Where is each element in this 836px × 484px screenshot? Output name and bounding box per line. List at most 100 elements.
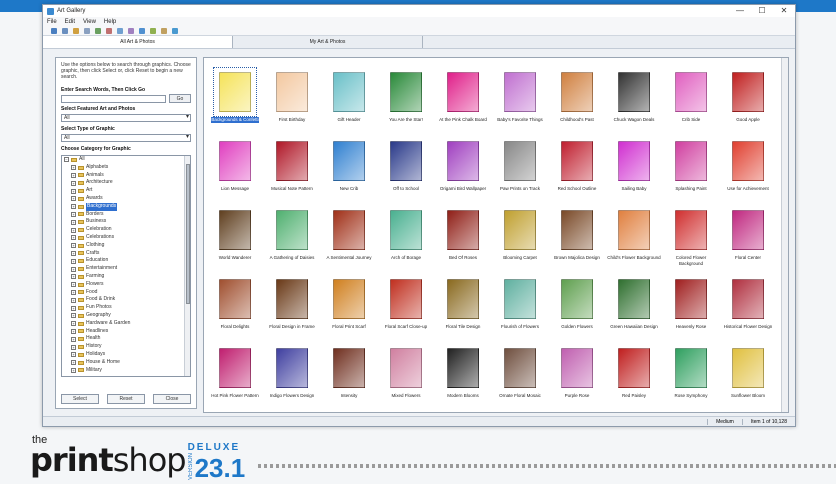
- featured-select[interactable]: All: [61, 114, 191, 122]
- tree-item[interactable]: − All: [62, 156, 190, 164]
- gallery-item[interactable]: At the Pink Chalk Board: [436, 66, 490, 135]
- expand-icon[interactable]: +: [71, 266, 76, 272]
- gallery-item[interactable]: Green Hawaiian Design: [607, 273, 661, 342]
- expand-icon[interactable]: +: [71, 336, 76, 342]
- tree-scroll-thumb[interactable]: [186, 164, 190, 304]
- expand-icon[interactable]: +: [71, 188, 76, 194]
- expand-icon[interactable]: +: [71, 243, 76, 249]
- gallery-item[interactable]: Gift Header: [322, 66, 376, 135]
- toolbar-button-icon[interactable]: [62, 27, 68, 34]
- tree-item[interactable]: + Celebration: [62, 226, 190, 234]
- tree-item[interactable]: + Art: [62, 187, 190, 195]
- expand-icon[interactable]: +: [71, 321, 76, 327]
- expand-icon[interactable]: +: [71, 227, 76, 233]
- toolbar-button-icon[interactable]: [117, 27, 123, 34]
- expand-icon[interactable]: +: [71, 313, 76, 319]
- gallery-item[interactable]: Yellow Blooms: [265, 411, 319, 412]
- menu-help[interactable]: Help: [104, 19, 116, 25]
- tree-item[interactable]: + History: [62, 343, 190, 351]
- gallery-item[interactable]: Off to School: [379, 135, 433, 204]
- expand-icon[interactable]: +: [71, 352, 76, 358]
- gallery-item[interactable]: Yellow Flowers: [322, 411, 376, 412]
- close-button[interactable]: Close: [153, 394, 191, 404]
- gallery-item[interactable]: Use for Achievement: [721, 135, 775, 204]
- tab-my-art-photos[interactable]: My Art & Photos: [233, 36, 423, 48]
- gallery-item[interactable]: Flourish of Flowers: [493, 273, 547, 342]
- gallery-item[interactable]: Arch of Borage: [379, 204, 433, 273]
- expand-icon[interactable]: +: [71, 360, 76, 366]
- toolbar-button-icon[interactable]: [73, 27, 79, 34]
- gallery-item[interactable]: Yellow Flowers Design: [379, 411, 433, 412]
- gallery-item[interactable]: World Wanderer: [208, 204, 262, 273]
- tree-item[interactable]: + Education: [62, 257, 190, 265]
- tree-item[interactable]: + Awards: [62, 195, 190, 203]
- toolbar-button-icon[interactable]: [172, 27, 178, 34]
- select-button[interactable]: Select: [61, 394, 99, 404]
- tree-item[interactable]: + Food & Drink: [62, 296, 190, 304]
- tree-item[interactable]: + Holidays: [62, 351, 190, 359]
- gallery-item[interactable]: Backgrounds & Confetti: [208, 66, 262, 135]
- gallery-item[interactable]: Indigo Flowers Design: [265, 342, 319, 411]
- gallery-item[interactable]: Baby's Favorite Things: [493, 66, 547, 135]
- gallery-item[interactable]: Childhood's Past: [550, 66, 604, 135]
- gallery-item[interactable]: Purple Rose: [550, 342, 604, 411]
- gallery-item[interactable]: Floral Tile Design: [436, 273, 490, 342]
- gallery-item[interactable]: Hot Pink Flower Pattern: [208, 342, 262, 411]
- expand-icon[interactable]: +: [71, 282, 76, 288]
- expand-icon[interactable]: +: [71, 344, 76, 350]
- tree-item[interactable]: + Alphabets: [62, 164, 190, 172]
- gallery-item[interactable]: Floral Design in Frame: [265, 273, 319, 342]
- go-button[interactable]: Go: [169, 94, 191, 103]
- gallery-item[interactable]: Child's Flower Background: [607, 204, 661, 273]
- expand-icon[interactable]: +: [71, 180, 76, 186]
- tree-item[interactable]: + Farming: [62, 273, 190, 281]
- tree-item[interactable]: + Fun Photos: [62, 304, 190, 312]
- toolbar-button-icon[interactable]: [106, 27, 112, 34]
- tree-item[interactable]: + Military: [62, 367, 190, 375]
- collapse-icon[interactable]: −: [64, 157, 69, 163]
- category-tree[interactable]: − All + Alphabets + Animals + Architecture + Art +…: [61, 155, 191, 377]
- tab-all-art-photos[interactable]: All Art & Photos: [43, 36, 233, 48]
- tree-scrollbar[interactable]: [184, 156, 190, 376]
- tree-item[interactable]: + Architecture: [62, 179, 190, 187]
- gallery-item[interactable]: Musical Note Pattern: [265, 135, 319, 204]
- gallery-item[interactable]: Colored Flower Background: [664, 204, 718, 273]
- expand-icon[interactable]: +: [71, 297, 76, 303]
- gallery-item[interactable]: Bed Of Roses: [436, 204, 490, 273]
- gallery-item[interactable]: New Crib: [322, 135, 376, 204]
- tree-item[interactable]: + Clothing: [62, 242, 190, 250]
- gallery-item[interactable]: First Birthday: [265, 66, 319, 135]
- expand-icon[interactable]: +: [71, 367, 76, 373]
- gallery-item[interactable]: Heavenly Rose: [664, 273, 718, 342]
- tree-item[interactable]: + Health: [62, 335, 190, 343]
- expand-icon[interactable]: +: [71, 211, 76, 217]
- gallery-item[interactable]: Golden Flowers: [550, 273, 604, 342]
- maximize-icon[interactable]: ☐: [751, 5, 773, 17]
- gallery-item[interactable]: Chuck Wagon Deals: [607, 66, 661, 135]
- toolbar-button-icon[interactable]: [128, 27, 134, 34]
- menu-file[interactable]: File: [47, 19, 57, 25]
- expand-icon[interactable]: +: [71, 289, 76, 295]
- reset-button[interactable]: Reset: [107, 394, 145, 404]
- type-select[interactable]: All: [61, 134, 191, 142]
- gallery-item[interactable]: Floral Print Scarf: [322, 273, 376, 342]
- gallery-item[interactable]: Mixed Flowers: [379, 342, 433, 411]
- expand-icon[interactable]: +: [71, 196, 76, 202]
- tree-item[interactable]: + Hardware & Garden: [62, 320, 190, 328]
- expand-icon[interactable]: +: [71, 235, 76, 241]
- gallery-item[interactable]: Crib Side: [664, 66, 718, 135]
- tree-item[interactable]: + Animals: [62, 172, 190, 180]
- gallery-item[interactable]: Sailing Baby: [607, 135, 661, 204]
- gallery-item[interactable]: Rose Symphony: [664, 342, 718, 411]
- gallery-item[interactable]: A Sentimental Journey: [322, 204, 376, 273]
- gallery-item[interactable]: Brown Majolica Design: [550, 204, 604, 273]
- gallery-item[interactable]: Historical Flower Design: [721, 273, 775, 342]
- gallery-item[interactable]: Red Paisley: [607, 342, 661, 411]
- gallery-item[interactable]: Modern Blooms: [436, 342, 490, 411]
- expand-icon[interactable]: +: [71, 328, 76, 334]
- expand-icon[interactable]: +: [71, 250, 76, 256]
- tree-item[interactable]: + Backgrounds: [62, 202, 190, 211]
- expand-icon[interactable]: +: [71, 219, 76, 225]
- expand-icon[interactable]: +: [71, 172, 76, 178]
- toolbar-button-icon[interactable]: [84, 27, 90, 34]
